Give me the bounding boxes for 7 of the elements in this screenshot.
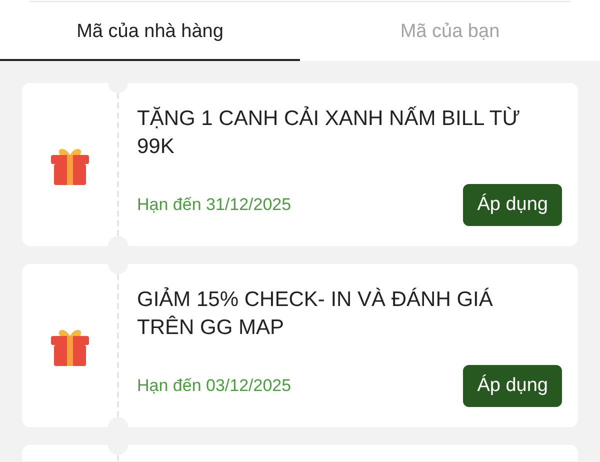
apply-button[interactable]: Áp dụng: [463, 365, 562, 407]
voucher-title: TẶNG 1 CANH CẢI XANH NẤM BILL TỪ 99K: [137, 105, 522, 160]
expiry-date: Hạn đến 03/12/2025: [137, 376, 292, 396]
tab[interactable]: Mã của nhà hàng: [0, 15, 300, 61]
voucher-title: GIẢM 15% CHECK- IN VÀ ĐÁNH GIÁ TRÊN GG MAP: [137, 286, 494, 341]
expiry-date: Hạn đến 31/12/2025: [137, 195, 292, 215]
apply-button[interactable]: Áp dụng: [463, 184, 562, 226]
